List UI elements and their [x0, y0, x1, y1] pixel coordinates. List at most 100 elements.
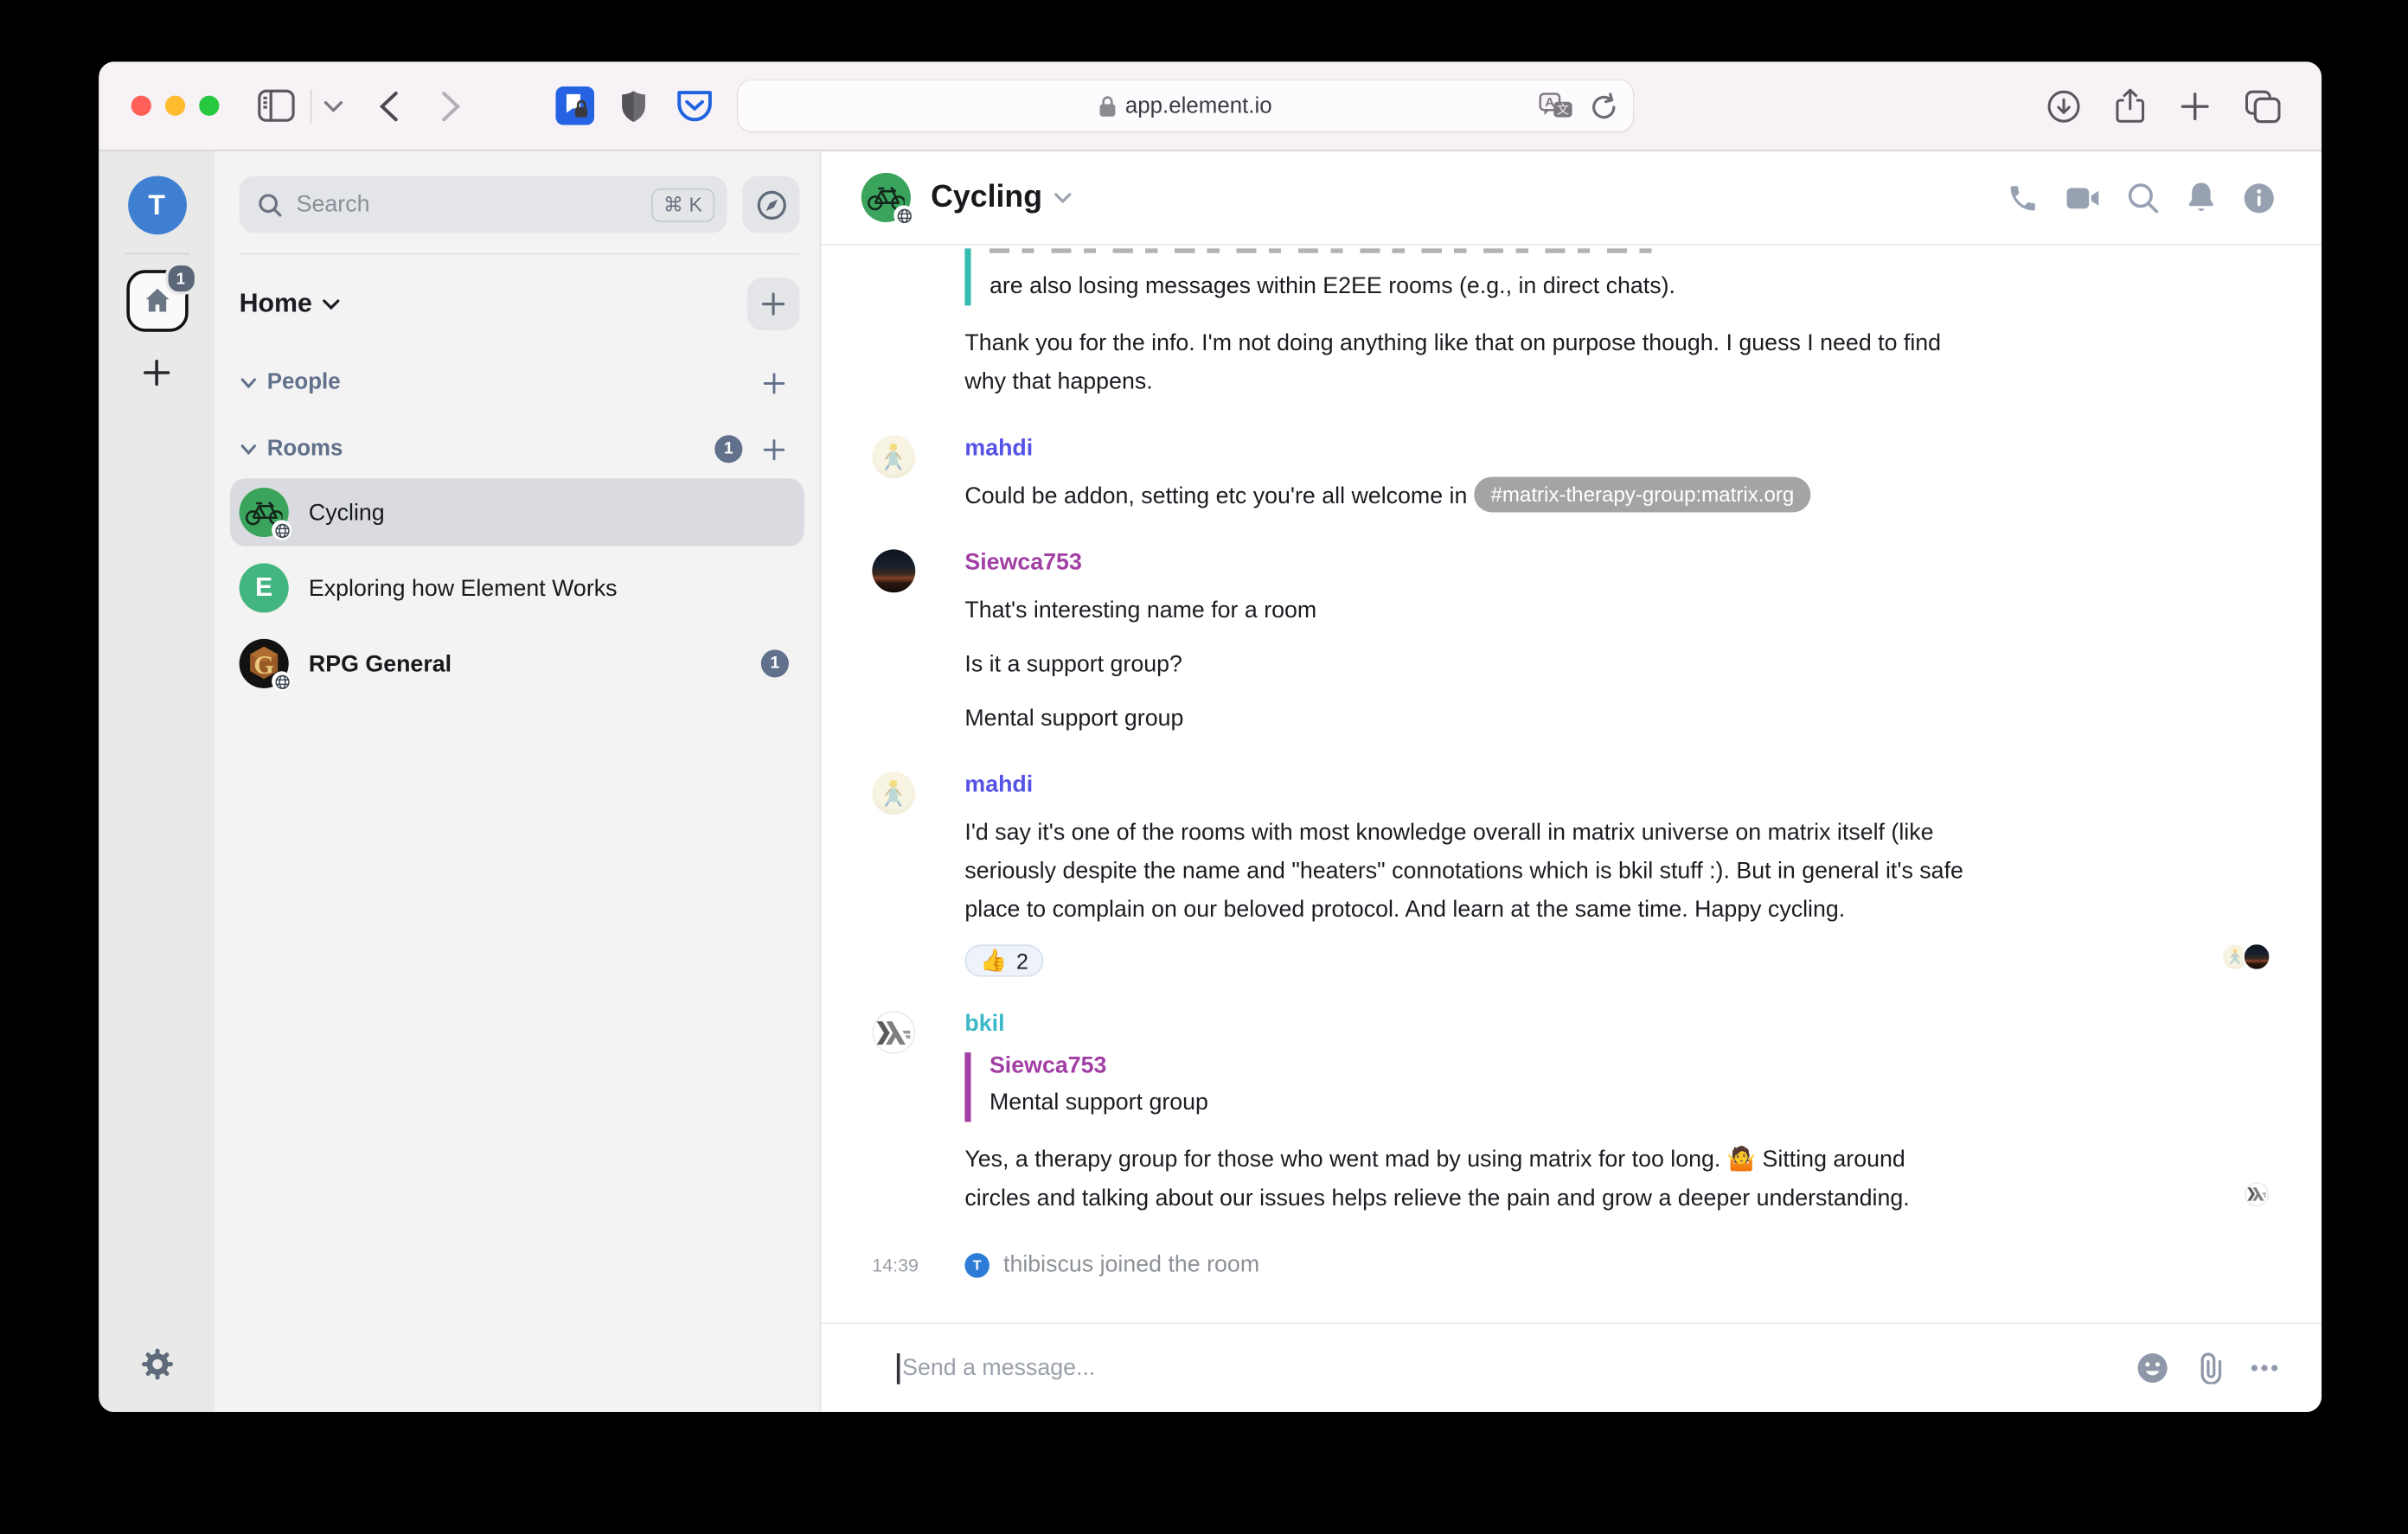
sender-avatar[interactable]: [872, 1011, 915, 1054]
quote-text: are also losing messages within E2EE roo…: [989, 267, 1971, 306]
downloads-icon[interactable]: [2046, 89, 2080, 123]
event-timestamp: 14:39: [872, 1254, 964, 1275]
notifications-icon[interactable]: [2186, 181, 2217, 214]
home-icon: [141, 285, 172, 316]
gear-icon: [138, 1345, 176, 1383]
quoted-message[interactable]: are also losing messages within E2EE roo…: [964, 248, 1971, 305]
sender-name[interactable]: mahdi: [964, 435, 1971, 463]
room-header-avatar[interactable]: [861, 173, 911, 222]
room-avatar: E: [240, 563, 289, 612]
add-button[interactable]: [747, 278, 800, 330]
blocker-extension-icon[interactable]: [555, 86, 594, 125]
search-icon: [258, 192, 283, 217]
room-name: RPG General: [309, 650, 741, 676]
sender-avatar[interactable]: [872, 771, 915, 815]
room-row-cycling[interactable]: Cycling: [230, 478, 804, 546]
user-avatar[interactable]: T: [127, 176, 186, 234]
room-info-icon[interactable]: [2243, 182, 2275, 214]
url-text: app.element.io: [1125, 93, 1272, 118]
room-avatar: [240, 488, 289, 537]
sidebar-chevron-icon[interactable]: [324, 99, 343, 112]
forward-button[interactable]: [441, 90, 459, 121]
new-tab-icon[interactable]: [2180, 90, 2211, 121]
attachment-icon[interactable]: [2195, 1352, 2225, 1384]
message-text: Yes, a therapy group for those who went …: [964, 1141, 1971, 1218]
room-row-exploring-how-element-works[interactable]: E Exploring how Element Works: [230, 554, 804, 623]
explore-rooms-button[interactable]: [742, 176, 799, 233]
add-people-button[interactable]: [763, 371, 786, 394]
event-user-avatar[interactable]: T: [964, 1252, 989, 1277]
message-text: Mental support group: [964, 699, 1971, 738]
tab-overview-icon[interactable]: [2245, 89, 2282, 123]
sidebar-divider: [240, 253, 800, 255]
settings-button[interactable]: [138, 1345, 176, 1383]
svg-text:A: A: [1545, 94, 1554, 109]
svg-text:文: 文: [1557, 101, 1569, 116]
share-icon[interactable]: [2115, 87, 2146, 125]
event-text: thibiscus joined the room: [1003, 1251, 1259, 1277]
minimize-button[interactable]: [165, 96, 185, 116]
message-text: I'd say it's one of the rooms with most …: [964, 813, 1971, 929]
text-caret: [897, 1352, 900, 1384]
reaction-pill[interactable]: 👍2: [964, 944, 1043, 976]
url-bar[interactable]: app.element.io A 文: [738, 80, 1633, 131]
composer-placeholder: Send a message...: [902, 1355, 2136, 1381]
rail-divider: [125, 253, 189, 255]
add-room-button[interactable]: [763, 438, 786, 461]
sender-name[interactable]: bkil: [964, 1011, 1971, 1039]
room-name: Exploring how Element Works: [309, 575, 789, 601]
sender-name[interactable]: mahdi: [964, 771, 1971, 799]
voice-call-icon[interactable]: [2007, 182, 2039, 214]
message-timeline: are also losing messages within E2EE roo…: [821, 246, 2322, 1323]
close-button[interactable]: [131, 96, 151, 116]
message-composer[interactable]: Send a message...: [821, 1322, 2322, 1412]
room-title[interactable]: Cycling: [931, 180, 1042, 215]
space-dropdown[interactable]: Home: [240, 289, 340, 320]
zoom-button[interactable]: [199, 96, 219, 116]
chat-header: Cycling: [821, 151, 2322, 246]
home-space-button[interactable]: 1: [125, 270, 187, 331]
public-room-globe-icon: [893, 205, 913, 225]
pocket-extension-icon[interactable]: [676, 89, 714, 123]
quoted-text: Mental support group: [989, 1083, 1971, 1122]
section-people[interactable]: People: [240, 370, 785, 395]
sender-avatar[interactable]: [872, 549, 915, 592]
shield-extension-icon[interactable]: [620, 89, 646, 123]
reply-quote[interactable]: Siewca753 Mental support group: [964, 1052, 1971, 1122]
sender-name[interactable]: Siewca753: [964, 549, 1971, 577]
create-space-button[interactable]: [142, 358, 171, 387]
room-sidebar: Search ⌘ K Home: [215, 151, 821, 1412]
read-receipts: [2249, 1180, 2270, 1208]
toolbar-divider: [311, 89, 312, 123]
more-options-icon[interactable]: [2251, 1365, 2278, 1372]
compass-icon: [756, 189, 787, 221]
reaction-row: 👍2: [964, 944, 1971, 976]
space-label: Home: [240, 289, 312, 320]
section-rooms[interactable]: Rooms 1: [240, 435, 785, 463]
chevron-down-icon: [323, 298, 340, 309]
home-unread-badge: 1: [164, 262, 196, 294]
room-row-rpg-general[interactable]: GRPG General1: [230, 630, 804, 698]
message-group-mahdi: mahdiCould be addon, setting etc you're …: [872, 435, 1971, 515]
reload-icon[interactable]: [1591, 92, 1617, 119]
browser-toolbar: app.element.io A 文: [99, 61, 2322, 151]
sidebar-toggle-icon[interactable]: [258, 90, 295, 122]
message-text: That's interesting name for a room: [964, 591, 1971, 630]
thumbs-up-emoji: 👍: [980, 948, 1007, 974]
emoji-icon[interactable]: [2136, 1352, 2168, 1384]
url-text-wrap: app.element.io: [738, 93, 1633, 118]
search-icon[interactable]: [2127, 182, 2159, 214]
video-call-icon[interactable]: [2065, 182, 2101, 214]
room-link-pill[interactable]: #matrix-therapy-group:matrix.org: [1474, 476, 1811, 512]
translate-icon[interactable]: A 文: [1539, 92, 1572, 119]
public-room-globe-icon: [272, 520, 291, 540]
chat-panel: Cycling: [821, 151, 2322, 1412]
back-button[interactable]: [380, 90, 398, 121]
room-unread-badge: 1: [761, 649, 789, 677]
read-receipt-avatar: [2243, 1180, 2270, 1208]
quoted-sender-name[interactable]: Siewca753: [989, 1052, 1971, 1080]
chevron-down-icon[interactable]: [1054, 192, 1072, 202]
search-input[interactable]: Search ⌘ K: [240, 176, 727, 233]
sender-avatar[interactable]: [872, 435, 915, 478]
section-label: Rooms: [267, 437, 343, 462]
